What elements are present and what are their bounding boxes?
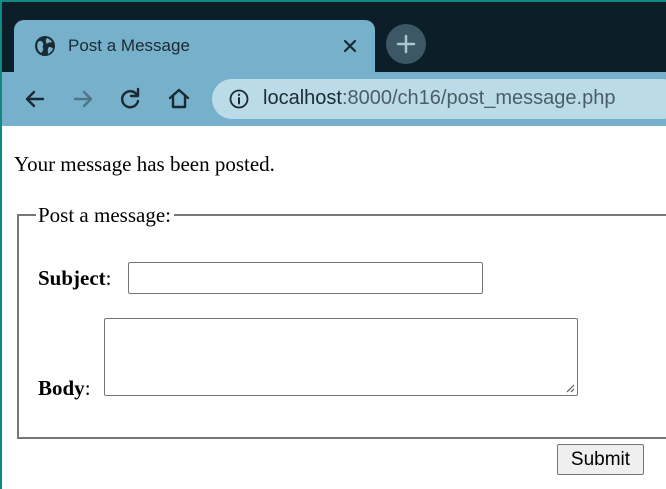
url-path: :8000/ch16/post_message.php (341, 87, 616, 109)
browser-tab[interactable]: Post a Message (14, 20, 375, 72)
globe-icon (35, 36, 55, 56)
tab-title: Post a Message (68, 36, 190, 55)
address-bar[interactable]: localhost:8000/ch16/post_message.php (212, 79, 666, 119)
subject-label: Subject: (38, 266, 112, 291)
body-label-colon: : (84, 376, 91, 400)
resize-grip-icon[interactable] (565, 383, 575, 393)
subject-input[interactable] (128, 262, 483, 294)
home-icon[interactable] (165, 85, 193, 113)
plus-icon (396, 34, 416, 54)
body-textarea[interactable] (104, 318, 578, 396)
fieldset-legend: Post a message: (36, 203, 174, 228)
url-text: localhost:8000/ch16/post_message.php (263, 87, 615, 110)
browser-toolbar: localhost:8000/ch16/post_message.php (2, 72, 666, 126)
body-label-text: Body (38, 376, 85, 400)
browser-window: Post a Message localhost:8000/ch16/post_… (2, 2, 666, 489)
close-icon[interactable] (339, 35, 361, 57)
new-tab-button[interactable] (386, 24, 426, 64)
submit-button[interactable]: Submit (557, 444, 644, 475)
info-icon[interactable] (228, 88, 250, 110)
page-content: Your message has been posted. Post a mes… (2, 126, 666, 489)
status-message: Your message has been posted. (14, 152, 275, 176)
url-host: localhost (263, 87, 342, 109)
back-arrow-icon[interactable] (21, 85, 49, 113)
reload-icon[interactable] (116, 85, 144, 113)
subject-label-text: Subject (38, 266, 106, 290)
body-label: Body: (38, 376, 91, 401)
forward-arrow-icon[interactable] (69, 85, 97, 113)
subject-label-colon: : (105, 266, 112, 290)
